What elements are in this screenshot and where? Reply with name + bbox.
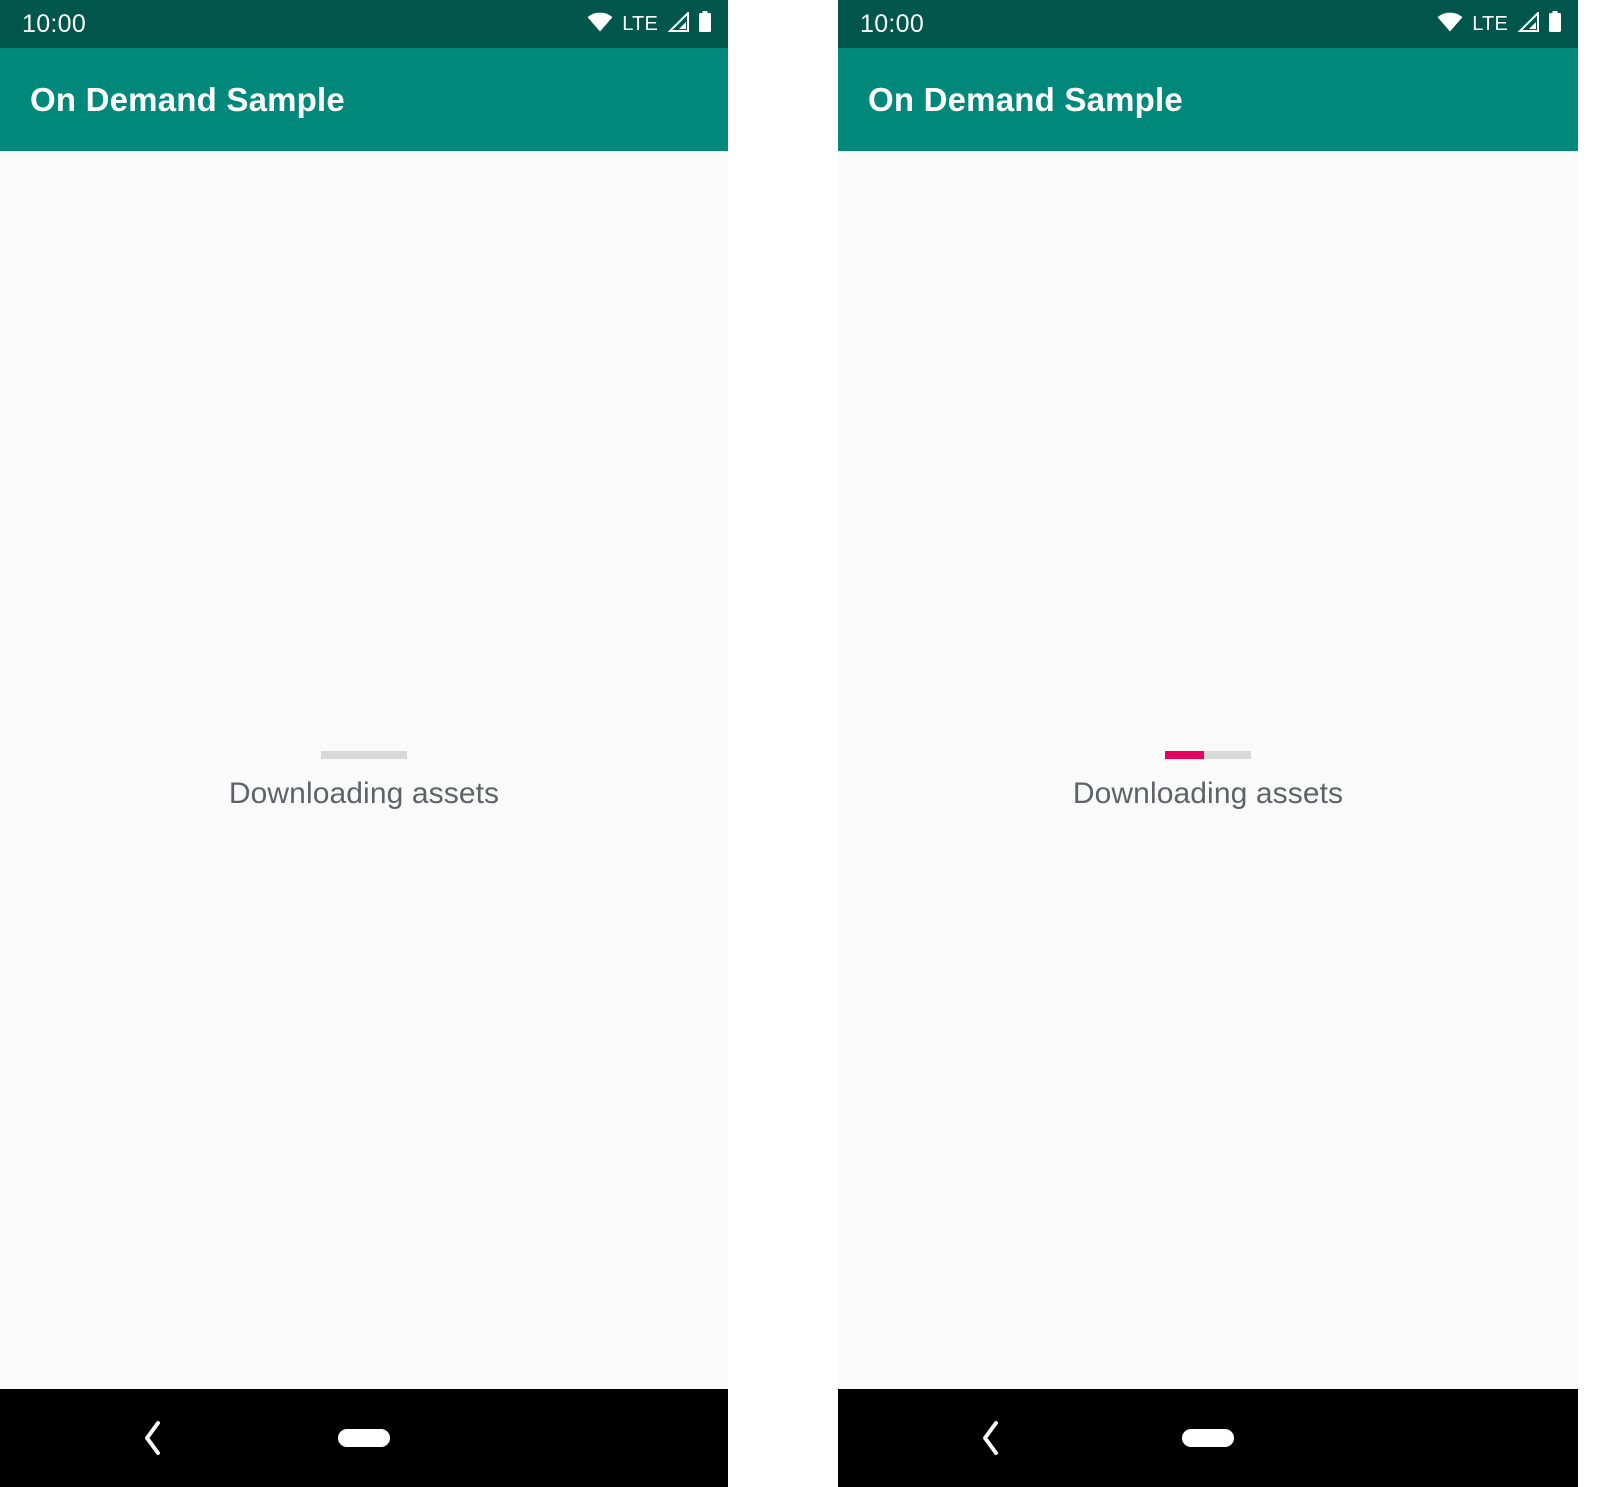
network-type-label: LTE bbox=[1472, 12, 1508, 35]
battery-icon bbox=[698, 10, 712, 38]
system-navigation-bar bbox=[0, 1389, 728, 1487]
system-navigation-bar bbox=[838, 1389, 1578, 1487]
download-status-block: Downloading assets bbox=[0, 751, 728, 812]
app-title: On Demand Sample bbox=[868, 81, 1183, 118]
status-bar-clock: 10:00 bbox=[22, 9, 87, 38]
home-pill-button[interactable] bbox=[338, 1429, 390, 1447]
status-bar-icons: LTE bbox=[1437, 10, 1562, 38]
download-progress-bar bbox=[321, 751, 407, 759]
download-status-label: Downloading assets bbox=[1072, 777, 1344, 810]
wifi-icon bbox=[1437, 12, 1463, 37]
home-pill-button[interactable] bbox=[1182, 1429, 1234, 1447]
status-bar-clock: 10:00 bbox=[860, 9, 925, 38]
download-progress-bar bbox=[1165, 751, 1251, 759]
back-button-icon[interactable] bbox=[973, 1420, 1009, 1456]
status-bar: 10:00 LTE bbox=[838, 0, 1578, 48]
download-status-block: Downloading assets bbox=[838, 751, 1578, 812]
content-area: Downloading assets bbox=[838, 151, 1578, 1389]
screenshot-comparison: 10:00 LTE On Demand Sample Downloading a… bbox=[0, 0, 1600, 1487]
phone-screen-left: 10:00 LTE On Demand Sample Downloading a… bbox=[0, 0, 728, 1487]
wifi-icon bbox=[587, 12, 613, 37]
cellular-signal-icon bbox=[667, 10, 689, 37]
battery-icon bbox=[1548, 10, 1562, 38]
download-status-label: Downloading assets bbox=[228, 777, 500, 810]
app-bar: On Demand Sample bbox=[838, 48, 1578, 151]
download-progress-fill bbox=[1165, 751, 1204, 759]
app-bar: On Demand Sample bbox=[0, 48, 728, 151]
content-area: Downloading assets bbox=[0, 151, 728, 1389]
status-bar-icons: LTE bbox=[587, 10, 712, 38]
network-type-label: LTE bbox=[622, 12, 658, 35]
app-title: On Demand Sample bbox=[30, 81, 345, 118]
back-button-icon[interactable] bbox=[135, 1420, 171, 1456]
phone-screen-right: 10:00 LTE On Demand Sample Downloading a… bbox=[838, 0, 1578, 1487]
status-bar: 10:00 LTE bbox=[0, 0, 728, 48]
cellular-signal-icon bbox=[1517, 10, 1539, 37]
panel-separator bbox=[728, 0, 838, 1487]
